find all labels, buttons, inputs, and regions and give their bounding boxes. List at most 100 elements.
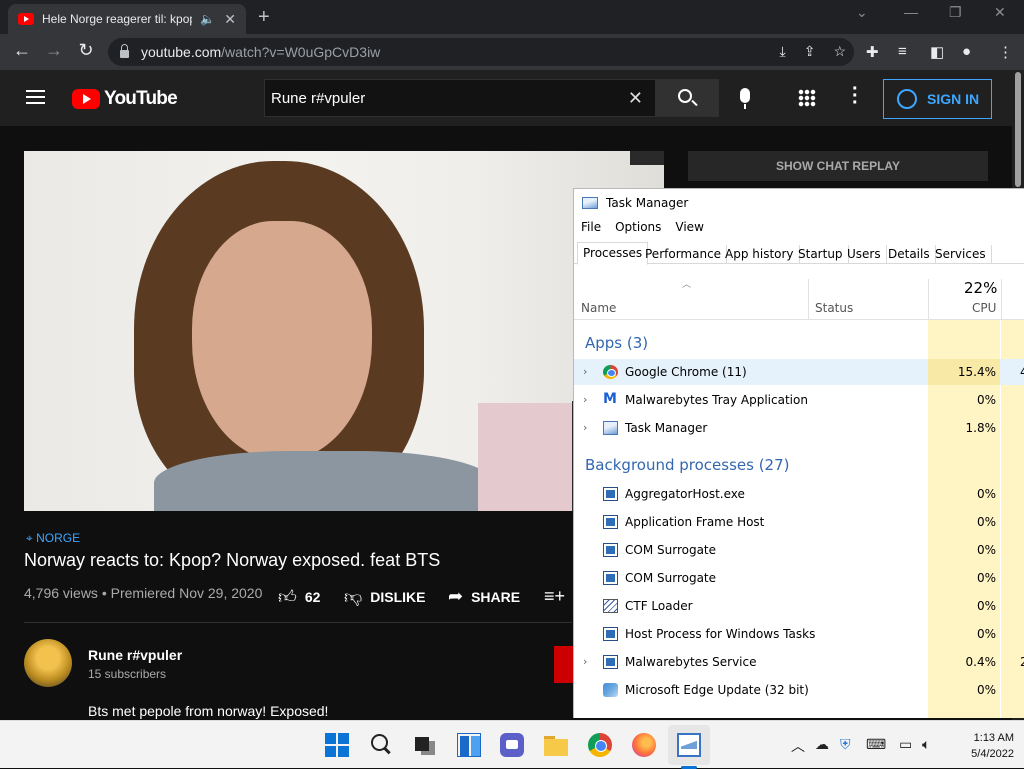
process-row[interactable]: COM Surrogate 0%	[574, 565, 1024, 593]
youtube-favicon-icon	[18, 13, 34, 25]
reload-button[interactable]: ↻	[74, 40, 98, 61]
chrome-menu-icon[interactable]: ⋮	[998, 43, 1013, 61]
onedrive-icon[interactable]: ☁	[815, 736, 829, 753]
microphone-icon[interactable]	[740, 88, 750, 109]
sort-ascending-icon[interactable]: ︿	[682, 277, 691, 290]
task-manager-window[interactable]: Task Manager File Options View Processes…	[573, 188, 1024, 718]
search-icon[interactable]	[369, 733, 393, 757]
process-cpu: 0%	[976, 627, 996, 641]
start-button-icon[interactable]	[325, 733, 349, 757]
process-row[interactable]: › Google Chrome (11) 15.4% 4	[574, 359, 1024, 387]
column-separator[interactable]	[928, 279, 929, 319]
task-manager-titlebar[interactable]: Task Manager	[582, 196, 688, 210]
youtube-logo[interactable]: YouTube	[72, 88, 178, 110]
clear-search-icon[interactable]: ✕	[628, 88, 643, 109]
expand-chevron-icon[interactable]: ›	[583, 421, 587, 434]
process-row[interactable]: › Malwarebytes Service 0.4% 2	[574, 649, 1024, 677]
sign-in-button[interactable]: SIGN IN	[883, 79, 992, 119]
tab-users[interactable]: Users	[842, 245, 887, 264]
browser-tab[interactable]: Hele Norge reagerer til: kpop 🔈 ✕	[8, 4, 246, 34]
column-separator[interactable]	[1001, 279, 1002, 319]
youtube-apps-icon[interactable]	[798, 89, 816, 107]
process-cpu: 1.8%	[965, 421, 997, 435]
lock-icon[interactable]	[120, 44, 129, 58]
bookmark-star-icon[interactable]: ☆	[833, 43, 846, 60]
show-chat-replay-button[interactable]: SHOW CHAT REPLAY	[688, 151, 988, 181]
profile-icon[interactable]: ●	[962, 43, 971, 60]
firefox-taskbar-icon[interactable]	[632, 733, 656, 757]
process-row[interactable]: CTF Loader 0%	[574, 593, 1024, 621]
search-input[interactable]: Rune r#vpuler ✕	[264, 79, 656, 117]
back-button[interactable]: ←	[10, 40, 34, 61]
media-controls-icon[interactable]: ≡	[898, 43, 907, 60]
column-cpu[interactable]: CPU	[972, 301, 996, 315]
volume-icon[interactable]: 🔈︎	[922, 736, 930, 753]
video-player[interactable]	[24, 151, 664, 511]
save-to-playlist-button[interactable]: ≡+	[544, 586, 565, 607]
process-row[interactable]: Host Process for Windows Tasks 0%	[574, 621, 1024, 649]
new-tab-button[interactable]: +	[258, 6, 270, 29]
browser-tab-strip: Hele Norge reagerer til: kpop 🔈 ✕ + ⌄ — …	[0, 0, 1024, 34]
process-row[interactable]: COM Surrogate 0%	[574, 537, 1024, 565]
chrome-taskbar-icon[interactable]	[588, 733, 612, 757]
column-name[interactable]: Name	[581, 301, 616, 315]
view-count: 4,796 views	[24, 585, 98, 601]
address-bar[interactable]: youtube.com/watch?v=W0uGpCvD3iw ⤓ ⇪ ☆	[108, 38, 854, 66]
search-button[interactable]	[655, 79, 719, 117]
tab-services[interactable]: Services	[930, 245, 992, 264]
menu-view[interactable]: View	[675, 220, 703, 234]
expand-chevron-icon[interactable]: ›	[583, 655, 587, 668]
process-row[interactable]: › Task Manager 1.8%	[574, 415, 1024, 443]
subscribe-button[interactable]	[554, 646, 574, 683]
show-hidden-icons-chevron-icon[interactable]: ︿	[791, 736, 805, 756]
task-view-icon[interactable]	[413, 733, 437, 757]
column-status[interactable]: Status	[815, 301, 853, 315]
menu-file[interactable]: File	[581, 220, 601, 234]
task-manager-taskbar-icon[interactable]	[677, 733, 701, 757]
process-row[interactable]: › M Malwarebytes Tray Application 0%	[574, 387, 1024, 415]
widgets-icon[interactable]	[457, 733, 481, 757]
hamburger-menu-icon[interactable]	[26, 90, 45, 104]
tab-startup[interactable]: Startup	[793, 245, 849, 264]
url-host: youtube.com	[141, 44, 222, 60]
close-window-button[interactable]: ✕	[994, 4, 1006, 21]
menu-options[interactable]: Options	[615, 220, 661, 234]
like-button[interactable]: 👍︎ 62	[278, 586, 320, 608]
forward-button[interactable]: →	[42, 40, 66, 61]
share-button[interactable]: ➦ SHARE	[448, 586, 520, 607]
share-icon[interactable]: ⇪	[804, 43, 816, 60]
keyboard-icon[interactable]: ⌨	[866, 736, 886, 753]
speaker-icon[interactable]: 🔈	[200, 12, 215, 26]
channel-name[interactable]: Rune r#vpuler	[88, 647, 182, 663]
network-icon[interactable]: ▭	[899, 736, 912, 753]
tab-app-history[interactable]: App history	[720, 245, 800, 264]
settings-more-icon[interactable]: · · ·	[852, 79, 859, 113]
expand-chevron-icon[interactable]: ›	[583, 393, 587, 406]
process-row[interactable]: Microsoft Edge Update (32 bit) 0%	[574, 677, 1024, 705]
minimize-button[interactable]: —	[904, 4, 918, 20]
tab-processes[interactable]: Processes	[577, 242, 649, 265]
dislike-button[interactable]: 👎︎ DISLIKE	[344, 586, 426, 608]
location-tag[interactable]: ⌖ NORGE	[26, 531, 80, 546]
expand-chevron-icon[interactable]: ›	[583, 365, 587, 378]
share-arrow-icon: ➦	[448, 586, 464, 606]
install-icon[interactable]: ⤓	[780, 43, 786, 60]
teams-chat-icon[interactable]	[500, 733, 524, 757]
channel-avatar[interactable]	[24, 639, 72, 687]
tab-details[interactable]: Details	[883, 245, 936, 264]
tab-search-icon[interactable]: ⌄	[856, 4, 868, 21]
process-name: CTF Loader	[625, 599, 693, 613]
system-clock[interactable]: 1:13 AM 5/4/2022	[950, 730, 1014, 762]
defender-shield-icon[interactable]: ⛨	[840, 736, 851, 753]
restore-button[interactable]: ❐	[949, 4, 962, 21]
extensions-icon[interactable]: ✚	[866, 43, 879, 61]
process-row[interactable]: AggregatorHost.exe 0%	[574, 481, 1024, 509]
close-tab-icon[interactable]: ✕	[224, 11, 236, 28]
tab-performance[interactable]: Performance	[640, 245, 728, 264]
column-separator[interactable]	[808, 279, 809, 319]
process-row[interactable]: Application Frame Host 0%	[574, 509, 1024, 537]
playlist-add-icon: ≡+	[544, 586, 566, 606]
file-explorer-icon[interactable]	[544, 733, 568, 757]
scrollbar-thumb[interactable]	[1015, 72, 1021, 187]
side-panel-icon[interactable]: ◧	[930, 43, 944, 61]
